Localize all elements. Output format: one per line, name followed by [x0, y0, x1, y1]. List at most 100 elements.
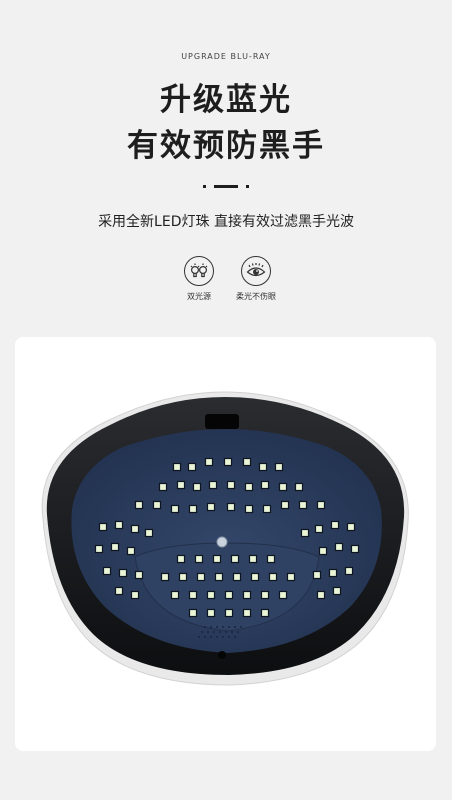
- feature-label: 双光源: [187, 292, 211, 301]
- led-bead: [194, 554, 204, 564]
- led-bead: [214, 572, 224, 582]
- led-bead: [298, 500, 308, 510]
- led-bead: [188, 504, 198, 514]
- led-bead: [98, 522, 108, 532]
- subtitle-en: UPGRADE BLU-RAY: [181, 52, 271, 61]
- eye-icon: [241, 256, 271, 286]
- vent-hole: [240, 626, 242, 628]
- led-bead: [346, 522, 356, 532]
- led-bead: [232, 572, 242, 582]
- led-bead: [176, 554, 186, 564]
- led-bead: [206, 502, 216, 512]
- vent-hole: [237, 631, 239, 633]
- vent-hole: [216, 636, 218, 638]
- vent-hole: [222, 626, 224, 628]
- led-bead: [223, 457, 233, 467]
- led-bead: [328, 568, 338, 578]
- lamp-front-hole: [218, 651, 226, 659]
- led-bead: [334, 542, 344, 552]
- vent-hole: [231, 631, 233, 633]
- led-bead: [144, 528, 154, 538]
- led-bead: [188, 608, 198, 618]
- led-bead: [224, 608, 234, 618]
- nail-lamp-image: [41, 391, 409, 686]
- led-bead: [114, 586, 124, 596]
- led-bead: [242, 590, 252, 600]
- led-bead: [118, 568, 128, 578]
- led-bead: [244, 482, 254, 492]
- led-bead: [130, 590, 140, 600]
- led-bead: [192, 482, 202, 492]
- bulbs-icon: [184, 256, 214, 286]
- description: 采用全新LED灯珠 直接有效过滤黑手光波: [98, 214, 354, 230]
- led-bead: [204, 457, 214, 467]
- led-bead: [316, 590, 326, 600]
- headline-line-2: 有效预防黑手: [127, 128, 325, 164]
- led-bead: [286, 572, 296, 582]
- led-bead: [160, 572, 170, 582]
- led-bead: [187, 462, 197, 472]
- led-bead: [176, 480, 186, 490]
- divider: [203, 185, 249, 188]
- vent-hole: [204, 626, 206, 628]
- led-bead: [230, 554, 240, 564]
- feature-dual-light: 双光源: [169, 256, 229, 302]
- led-bead: [114, 520, 124, 530]
- led-bead: [278, 590, 288, 600]
- led-bead: [178, 572, 188, 582]
- led-bead: [226, 502, 236, 512]
- led-bead: [206, 608, 216, 618]
- led-bead: [110, 542, 120, 552]
- led-bead: [212, 554, 222, 564]
- vent-hole: [201, 631, 203, 633]
- led-bead: [250, 572, 260, 582]
- led-bead: [280, 500, 290, 510]
- vent-hole: [234, 626, 236, 628]
- led-bead: [172, 462, 182, 472]
- led-bead: [258, 462, 268, 472]
- vent-hole: [213, 631, 215, 633]
- led-bead: [274, 462, 284, 472]
- vent-hole: [216, 626, 218, 628]
- led-bead: [94, 544, 104, 554]
- lamp-notch: [205, 414, 239, 429]
- led-bead: [316, 500, 326, 510]
- led-bead: [260, 608, 270, 618]
- led-bead: [224, 590, 234, 600]
- vent-hole: [222, 636, 224, 638]
- led-bead: [170, 504, 180, 514]
- led-bead: [332, 586, 342, 596]
- vent-hole: [228, 626, 230, 628]
- led-bead: [170, 590, 180, 600]
- led-bead: [130, 524, 140, 534]
- led-bead: [134, 500, 144, 510]
- vent-hole: [219, 631, 221, 633]
- led-bead: [226, 480, 236, 490]
- led-bead: [314, 524, 324, 534]
- led-bead: [300, 528, 310, 538]
- led-bead: [260, 480, 270, 490]
- led-bead: [244, 504, 254, 514]
- vent-hole: [228, 636, 230, 638]
- led-bead: [330, 520, 340, 530]
- led-bead: [206, 590, 216, 600]
- vent-hole: [207, 631, 209, 633]
- vent-hole: [234, 636, 236, 638]
- led-bead: [278, 482, 288, 492]
- vent-hole: [210, 636, 212, 638]
- led-bead: [196, 572, 206, 582]
- led-bead: [318, 546, 328, 556]
- led-bead: [344, 566, 354, 576]
- led-bead: [294, 482, 304, 492]
- led-bead: [102, 566, 112, 576]
- vent-hole: [225, 631, 227, 633]
- led-bead: [158, 482, 168, 492]
- vent-hole: [204, 636, 206, 638]
- led-bead: [134, 570, 144, 580]
- led-bead: [312, 570, 322, 580]
- led-bead: [350, 544, 360, 554]
- lamp-sensor: [216, 536, 228, 548]
- vent-hole: [210, 626, 212, 628]
- led-bead: [262, 504, 272, 514]
- led-bead: [208, 480, 218, 490]
